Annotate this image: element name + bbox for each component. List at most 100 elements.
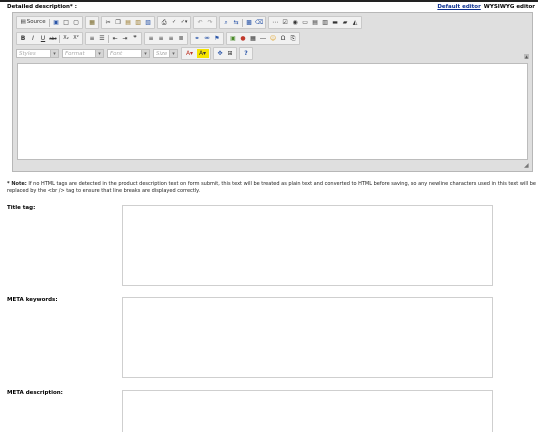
toolbar-group-links: ⚭ ⚮ ⚑ xyxy=(190,32,224,45)
scayt-icon[interactable]: ✓▾ xyxy=(180,18,189,27)
replace-icon[interactable]: ⇆ xyxy=(232,18,241,27)
toolbar-group-clipboard: ✂ ❐ ▤ ▥ ▧ xyxy=(101,16,156,29)
align-left-icon[interactable]: ≡ xyxy=(147,34,156,43)
redo-icon[interactable]: ↷ xyxy=(206,18,215,27)
meta-keywords-textarea[interactable] xyxy=(122,297,493,378)
wysiwyg-editor: ▤ Source ▣ □ ▢ ▦ ✂ ❐ ▤ ▥ ▧ ⎙ ✓ ✓▾ ↶ ↷ ⌕ ⇆ xyxy=(12,12,533,172)
wysiwyg-editor-label: WYSIWYG editor xyxy=(483,4,535,10)
source-label: Source xyxy=(26,19,46,25)
select-icon[interactable]: ▥ xyxy=(321,18,330,27)
save-icon[interactable]: ▣ xyxy=(52,18,61,27)
chevron-down-icon: ▾ xyxy=(141,50,149,57)
numbered-list-icon[interactable]: ≡ xyxy=(88,34,97,43)
hidden-field-icon[interactable]: ◭ xyxy=(351,18,360,27)
blockquote-icon[interactable]: ❞ xyxy=(131,34,140,43)
spellcheck-icon[interactable]: ✓ xyxy=(170,18,179,27)
image-icon[interactable]: ▣ xyxy=(229,34,238,43)
toolbar-group-print: ⎙ ✓ ✓▾ xyxy=(157,16,192,29)
checkbox-icon[interactable]: ☑ xyxy=(281,18,290,27)
superscript-button[interactable]: X² xyxy=(72,34,81,43)
toolbar-collapse-icon[interactable]: ▲ xyxy=(524,54,529,59)
page-break-icon[interactable]: ⎘ xyxy=(289,34,298,43)
toolbar-group-insert: ▣ ● ▦ ― ☺ Ω ⎘ xyxy=(226,32,300,45)
justify-icon[interactable]: ≣ xyxy=(177,34,186,43)
source-button[interactable]: ▤ Source xyxy=(19,18,48,27)
paste-word-icon[interactable]: ▧ xyxy=(144,18,153,27)
form-icon[interactable]: ⋯ xyxy=(271,18,280,27)
bulleted-list-icon[interactable]: ☰ xyxy=(98,34,107,43)
textfield-icon[interactable]: ▭ xyxy=(301,18,310,27)
title-tag-label: Title tag: xyxy=(7,205,36,211)
toolbar-group-find: ⌕ ⇆ ▩ ⌫ xyxy=(219,16,267,29)
toolbar-row-1: ▤ Source ▣ □ ▢ ▦ ✂ ❐ ▤ ▥ ▧ ⎙ ✓ ✓▾ ↶ ↷ ⌕ ⇆ xyxy=(16,16,364,29)
paste-text-icon[interactable]: ▥ xyxy=(134,18,143,27)
format-combo[interactable]: Format ▾ xyxy=(62,49,104,58)
resize-handle-icon[interactable]: ◢ xyxy=(524,163,530,169)
special-char-icon[interactable]: Ω xyxy=(279,34,288,43)
find-icon[interactable]: ⌕ xyxy=(222,18,231,27)
subscript-button[interactable]: X₂ xyxy=(62,34,71,43)
anchor-icon[interactable]: ⚑ xyxy=(213,34,222,43)
toolbar-group-tools: ✥ ⊞ xyxy=(213,47,237,60)
flash-icon[interactable]: ● xyxy=(239,34,248,43)
meta-keywords-label: META keywords: xyxy=(7,297,58,303)
toolbar-group-forms: ⋯ ☑ ◉ ▭ ▤ ▥ ▬ ▰ ◭ xyxy=(268,16,363,29)
templates-icon[interactable]: ▦ xyxy=(88,18,97,27)
cut-icon[interactable]: ✂ xyxy=(104,18,113,27)
italic-button[interactable]: I xyxy=(29,34,38,43)
default-editor-link[interactable]: Default editor xyxy=(437,4,480,10)
styles-combo-label: Styles xyxy=(19,50,36,57)
select-all-icon[interactable]: ▩ xyxy=(245,18,254,27)
bold-button[interactable]: B xyxy=(19,34,28,43)
editor-content-area[interactable] xyxy=(17,63,528,160)
toolbar-group-about: ? xyxy=(239,47,253,60)
indent-icon[interactable]: ⇥ xyxy=(121,34,130,43)
toolbar-separator xyxy=(59,34,60,43)
background-color-icon[interactable]: A▾ xyxy=(196,49,209,58)
copy-icon[interactable]: ❐ xyxy=(114,18,123,27)
top-border xyxy=(0,0,538,2)
toolbar-separator xyxy=(242,18,244,27)
chevron-down-icon: ▾ xyxy=(50,50,58,57)
paste-icon[interactable]: ▤ xyxy=(124,18,133,27)
chevron-down-icon: ▾ xyxy=(95,50,103,57)
detailed-description-label: Detailed description* : xyxy=(7,4,77,10)
toolbar-row-2: B I U abc X₂ X² ≡ ☰ ⇤ ⇥ ❞ ≡ ≡ ≡ ≣ ⚭ ⚮ ⚑ xyxy=(16,32,302,45)
print-icon[interactable]: ⎙ xyxy=(160,18,169,27)
title-tag-textarea[interactable] xyxy=(122,205,493,286)
button-icon[interactable]: ▬ xyxy=(331,18,340,27)
chevron-down-icon: ▾ xyxy=(169,50,177,57)
toolbar-row-3: Styles ▾ Format ▾ Font ▾ Size ▾ A▾ A▾ ✥ ⊞ ? xyxy=(16,47,255,60)
remove-format-icon[interactable]: ⌫ xyxy=(255,18,264,27)
maximize-icon[interactable]: ✥ xyxy=(216,49,225,58)
help-button[interactable]: ? xyxy=(242,49,251,58)
smiley-icon[interactable]: ☺ xyxy=(269,34,278,43)
horizontal-rule-icon[interactable]: ― xyxy=(259,34,268,43)
align-right-icon[interactable]: ≡ xyxy=(167,34,176,43)
styles-combo[interactable]: Styles ▾ xyxy=(16,49,59,58)
undo-icon[interactable]: ↶ xyxy=(196,18,205,27)
textarea-icon[interactable]: ▤ xyxy=(311,18,320,27)
table-icon[interactable]: ▦ xyxy=(249,34,258,43)
meta-description-textarea[interactable] xyxy=(122,390,493,432)
new-page-icon[interactable]: □ xyxy=(62,18,71,27)
preview-icon[interactable]: ▢ xyxy=(72,18,81,27)
outdent-icon[interactable]: ⇤ xyxy=(111,34,120,43)
size-combo[interactable]: Size ▾ xyxy=(153,49,178,58)
underline-button[interactable]: U xyxy=(39,34,48,43)
toolbar-separator xyxy=(49,18,51,27)
format-combo-label: Format xyxy=(65,50,85,57)
toolbar-group-templates: ▦ xyxy=(85,16,100,29)
font-combo-label: Font xyxy=(110,50,123,57)
unlink-icon[interactable]: ⚮ xyxy=(203,34,212,43)
text-color-icon[interactable]: A▾ xyxy=(184,49,196,58)
font-combo[interactable]: Font ▾ xyxy=(107,49,150,58)
show-blocks-icon[interactable]: ⊞ xyxy=(226,49,235,58)
link-icon[interactable]: ⚭ xyxy=(193,34,202,43)
radio-icon[interactable]: ◉ xyxy=(291,18,300,27)
strike-button[interactable]: abc xyxy=(49,34,58,43)
toolbar-group-undo: ↶ ↷ xyxy=(193,16,218,29)
align-center-icon[interactable]: ≡ xyxy=(157,34,166,43)
image-button-icon[interactable]: ▰ xyxy=(341,18,350,27)
toolbar-group-align: ≡ ≡ ≡ ≣ xyxy=(144,32,188,45)
